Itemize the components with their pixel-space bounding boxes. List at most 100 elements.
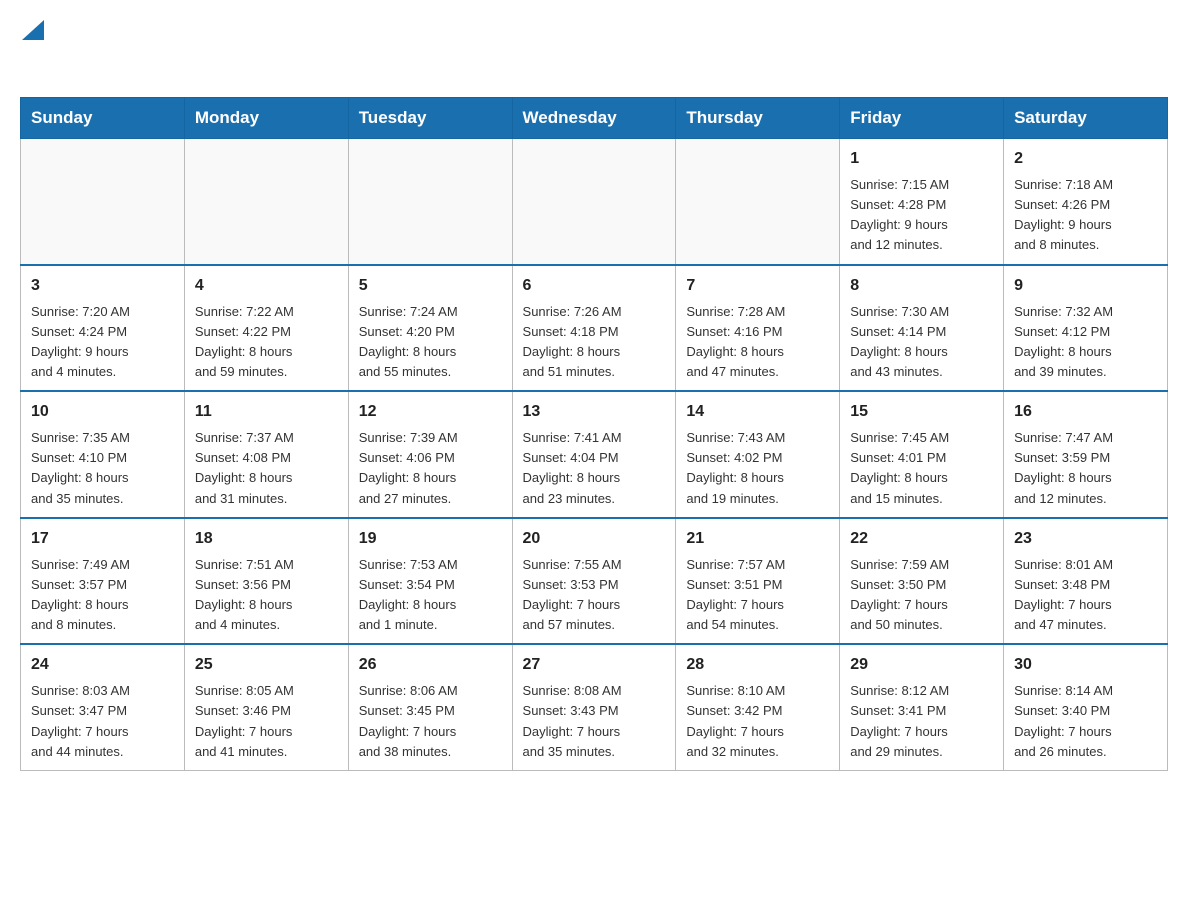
day-number: 28: [686, 653, 829, 677]
day-info: Sunrise: 7:39 AM Sunset: 4:06 PM Dayligh…: [359, 428, 502, 509]
logo: [20, 20, 44, 77]
day-number: 7: [686, 274, 829, 298]
day-info: Sunrise: 8:14 AM Sunset: 3:40 PM Dayligh…: [1014, 681, 1157, 762]
day-info: Sunrise: 7:43 AM Sunset: 4:02 PM Dayligh…: [686, 428, 829, 509]
day-info: Sunrise: 7:59 AM Sunset: 3:50 PM Dayligh…: [850, 555, 993, 636]
day-info: Sunrise: 7:53 AM Sunset: 3:54 PM Dayligh…: [359, 555, 502, 636]
day-info: Sunrise: 8:08 AM Sunset: 3:43 PM Dayligh…: [523, 681, 666, 762]
calendar-cell: 18Sunrise: 7:51 AM Sunset: 3:56 PM Dayli…: [184, 518, 348, 645]
day-info: Sunrise: 7:35 AM Sunset: 4:10 PM Dayligh…: [31, 428, 174, 509]
day-number: 30: [1014, 653, 1157, 677]
day-info: Sunrise: 7:18 AM Sunset: 4:26 PM Dayligh…: [1014, 175, 1157, 256]
weekday-header-row: SundayMondayTuesdayWednesdayThursdayFrid…: [21, 98, 1168, 139]
weekday-header-monday: Monday: [184, 98, 348, 139]
calendar-cell: 20 Sunrise: 7:55 AM Sunset: 3:53 PM Dayli…: [512, 518, 676, 645]
day-number: 29: [850, 653, 993, 677]
day-number: 3: [31, 274, 174, 298]
day-number: 2: [1014, 147, 1157, 171]
day-number: 26: [359, 653, 502, 677]
calendar-week-row-5: 24 Sunrise: 8:03 AM Sunset: 3:47 PM Dayli…: [21, 644, 1168, 770]
weekday-header-thursday: Thursday: [676, 98, 840, 139]
day-info: Sunrise: 7:22 AM Sunset: 4:22 PM Dayligh…: [195, 302, 338, 383]
day-number: 25: [195, 653, 338, 677]
calendar-cell: 28Sunrise: 8:10 AM Sunset: 3:42 PM Dayli…: [676, 644, 840, 770]
calendar-cell: 27 Sunrise: 8:08 AM Sunset: 3:43 PM Dayli…: [512, 644, 676, 770]
calendar-cell: [676, 139, 840, 265]
day-info: Sunrise: 7:30 AM Sunset: 4:14 PM Dayligh…: [850, 302, 993, 383]
calendar-cell: 21 Sunrise: 7:57 AM Sunset: 3:51 PM Dayli…: [676, 518, 840, 645]
calendar-cell: 11Sunrise: 7:37 AM Sunset: 4:08 PM Dayli…: [184, 391, 348, 518]
calendar-cell: 7 Sunrise: 7:28 AM Sunset: 4:16 PM Daylig…: [676, 265, 840, 392]
day-info: Sunrise: 7:20 AM Sunset: 4:24 PM Dayligh…: [31, 302, 174, 383]
day-info: Sunrise: 7:55 AM Sunset: 3:53 PM Dayligh…: [523, 555, 666, 636]
calendar-cell: [184, 139, 348, 265]
day-number: 22: [850, 527, 993, 551]
calendar-week-row-3: 10 Sunrise: 7:35 AM Sunset: 4:10 PM Dayli…: [21, 391, 1168, 518]
day-number: 13: [523, 400, 666, 424]
day-number: 21: [686, 527, 829, 551]
day-number: 23: [1014, 527, 1157, 551]
day-info: Sunrise: 7:24 AM Sunset: 4:20 PM Dayligh…: [359, 302, 502, 383]
day-number: 9: [1014, 274, 1157, 298]
calendar-week-row-4: 17 Sunrise: 7:49 AM Sunset: 3:57 PM Dayli…: [21, 518, 1168, 645]
day-number: 6: [523, 274, 666, 298]
day-info: Sunrise: 7:26 AM Sunset: 4:18 PM Dayligh…: [523, 302, 666, 383]
day-number: 10: [31, 400, 174, 424]
calendar-cell: 1 Sunrise: 7:15 AM Sunset: 4:28 PM Daylig…: [840, 139, 1004, 265]
weekday-header-wednesday: Wednesday: [512, 98, 676, 139]
calendar-cell: 26Sunrise: 8:06 AM Sunset: 3:45 PM Dayli…: [348, 644, 512, 770]
calendar-cell: 14 Sunrise: 7:43 AM Sunset: 4:02 PM Dayli…: [676, 391, 840, 518]
calendar-cell: 12 Sunrise: 7:39 AM Sunset: 4:06 PM Dayli…: [348, 391, 512, 518]
day-number: 11: [195, 400, 338, 424]
calendar-cell: 16Sunrise: 7:47 AM Sunset: 3:59 PM Dayli…: [1004, 391, 1168, 518]
day-info: Sunrise: 7:15 AM Sunset: 4:28 PM Dayligh…: [850, 175, 993, 256]
day-number: 27: [523, 653, 666, 677]
day-info: Sunrise: 8:01 AM Sunset: 3:48 PM Dayligh…: [1014, 555, 1157, 636]
calendar-cell: [512, 139, 676, 265]
day-number: 4: [195, 274, 338, 298]
calendar-cell: 30 Sunrise: 8:14 AM Sunset: 3:40 PM Dayli…: [1004, 644, 1168, 770]
day-info: Sunrise: 7:47 AM Sunset: 3:59 PM Dayligh…: [1014, 428, 1157, 509]
calendar-cell: 13 Sunrise: 7:41 AM Sunset: 4:04 PM Dayli…: [512, 391, 676, 518]
day-info: Sunrise: 7:28 AM Sunset: 4:16 PM Dayligh…: [686, 302, 829, 383]
logo-triangle-icon: [22, 20, 44, 40]
page-header: [20, 20, 1168, 77]
calendar-cell: 19 Sunrise: 7:53 AM Sunset: 3:54 PM Dayli…: [348, 518, 512, 645]
calendar-table: SundayMondayTuesdayWednesdayThursdayFrid…: [20, 97, 1168, 771]
calendar-cell: 23 Sunrise: 8:01 AM Sunset: 3:48 PM Dayli…: [1004, 518, 1168, 645]
calendar-cell: 29Sunrise: 8:12 AM Sunset: 3:41 PM Dayli…: [840, 644, 1004, 770]
calendar-cell: 4 Sunrise: 7:22 AM Sunset: 4:22 PM Daylig…: [184, 265, 348, 392]
calendar-cell: 10 Sunrise: 7:35 AM Sunset: 4:10 PM Dayli…: [21, 391, 185, 518]
weekday-header-saturday: Saturday: [1004, 98, 1168, 139]
day-info: Sunrise: 7:57 AM Sunset: 3:51 PM Dayligh…: [686, 555, 829, 636]
day-info: Sunrise: 7:32 AM Sunset: 4:12 PM Dayligh…: [1014, 302, 1157, 383]
day-info: Sunrise: 8:03 AM Sunset: 3:47 PM Dayligh…: [31, 681, 174, 762]
weekday-header-friday: Friday: [840, 98, 1004, 139]
calendar-cell: 2 Sunrise: 7:18 AM Sunset: 4:26 PM Daylig…: [1004, 139, 1168, 265]
day-number: 5: [359, 274, 502, 298]
calendar-cell: 17 Sunrise: 7:49 AM Sunset: 3:57 PM Dayli…: [21, 518, 185, 645]
day-info: Sunrise: 7:49 AM Sunset: 3:57 PM Dayligh…: [31, 555, 174, 636]
day-info: Sunrise: 7:41 AM Sunset: 4:04 PM Dayligh…: [523, 428, 666, 509]
day-number: 14: [686, 400, 829, 424]
calendar-cell: 25Sunrise: 8:05 AM Sunset: 3:46 PM Dayli…: [184, 644, 348, 770]
weekday-header-tuesday: Tuesday: [348, 98, 512, 139]
day-number: 24: [31, 653, 174, 677]
day-number: 18: [195, 527, 338, 551]
day-number: 12: [359, 400, 502, 424]
day-number: 1: [850, 147, 993, 171]
calendar-cell: 6 Sunrise: 7:26 AM Sunset: 4:18 PM Daylig…: [512, 265, 676, 392]
day-number: 19: [359, 527, 502, 551]
weekday-header-sunday: Sunday: [21, 98, 185, 139]
calendar-cell: 22 Sunrise: 7:59 AM Sunset: 3:50 PM Dayli…: [840, 518, 1004, 645]
calendar-cell: 5 Sunrise: 7:24 AM Sunset: 4:20 PM Daylig…: [348, 265, 512, 392]
calendar-week-row-1: 1 Sunrise: 7:15 AM Sunset: 4:28 PM Daylig…: [21, 139, 1168, 265]
day-number: 8: [850, 274, 993, 298]
calendar-cell: 24 Sunrise: 8:03 AM Sunset: 3:47 PM Dayli…: [21, 644, 185, 770]
day-number: 20: [523, 527, 666, 551]
day-number: 17: [31, 527, 174, 551]
calendar-cell: 9 Sunrise: 7:32 AM Sunset: 4:12 PM Daylig…: [1004, 265, 1168, 392]
calendar-cell: 3 Sunrise: 7:20 AM Sunset: 4:24 PM Daylig…: [21, 265, 185, 392]
calendar-cell: 8 Sunrise: 7:30 AM Sunset: 4:14 PM Daylig…: [840, 265, 1004, 392]
day-info: Sunrise: 7:45 AM Sunset: 4:01 PM Dayligh…: [850, 428, 993, 509]
